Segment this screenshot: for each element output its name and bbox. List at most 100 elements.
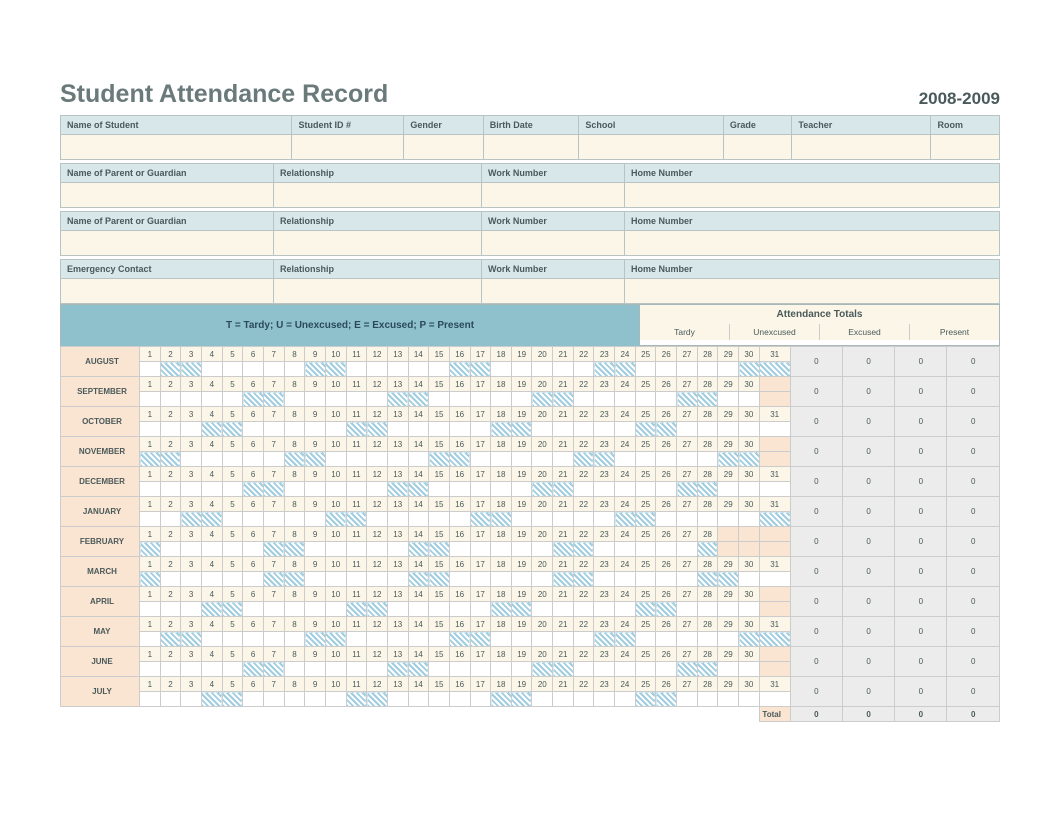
- attendance-cell[interactable]: [635, 482, 656, 497]
- attendance-cell[interactable]: [697, 692, 718, 707]
- attendance-cell[interactable]: [759, 572, 790, 587]
- attendance-cell[interactable]: [573, 572, 594, 587]
- attendance-cell[interactable]: [573, 392, 594, 407]
- attendance-cell[interactable]: [387, 392, 408, 407]
- attendance-cell[interactable]: [181, 632, 202, 647]
- attendance-cell[interactable]: [677, 422, 698, 437]
- attendance-cell[interactable]: [656, 392, 677, 407]
- attendance-cell[interactable]: [594, 362, 615, 377]
- attendance-cell[interactable]: [573, 602, 594, 617]
- attendance-cell[interactable]: [656, 662, 677, 677]
- attendance-cell[interactable]: [470, 422, 491, 437]
- attendance-cell[interactable]: [408, 692, 429, 707]
- attendance-cell[interactable]: [263, 392, 284, 407]
- val-gender[interactable]: [404, 135, 483, 160]
- attendance-cell[interactable]: [470, 602, 491, 617]
- attendance-cell[interactable]: [635, 662, 656, 677]
- attendance-cell[interactable]: [491, 512, 512, 527]
- attendance-cell[interactable]: [739, 482, 760, 497]
- attendance-cell[interactable]: [284, 512, 305, 527]
- attendance-cell[interactable]: [325, 572, 346, 587]
- attendance-cell[interactable]: [656, 482, 677, 497]
- attendance-cell[interactable]: [284, 422, 305, 437]
- val-guardian1-home[interactable]: [625, 183, 1000, 208]
- val-guardian2-work[interactable]: [482, 231, 625, 256]
- attendance-cell[interactable]: [325, 602, 346, 617]
- attendance-cell[interactable]: [553, 632, 574, 647]
- attendance-cell[interactable]: [367, 542, 388, 557]
- attendance-cell[interactable]: [181, 692, 202, 707]
- attendance-cell[interactable]: [553, 662, 574, 677]
- attendance-cell[interactable]: [553, 542, 574, 557]
- attendance-cell[interactable]: [470, 692, 491, 707]
- attendance-cell[interactable]: [656, 692, 677, 707]
- attendance-cell[interactable]: [367, 422, 388, 437]
- attendance-cell[interactable]: [718, 422, 739, 437]
- val-school[interactable]: [579, 135, 724, 160]
- attendance-cell[interactable]: [491, 692, 512, 707]
- attendance-cell[interactable]: [553, 512, 574, 527]
- attendance-cell[interactable]: [511, 692, 532, 707]
- attendance-cell[interactable]: [449, 632, 470, 647]
- attendance-cell[interactable]: [346, 392, 367, 407]
- attendance-cell[interactable]: [140, 692, 161, 707]
- attendance-cell[interactable]: [284, 452, 305, 467]
- attendance-cell[interactable]: [718, 392, 739, 407]
- attendance-cell[interactable]: [201, 632, 222, 647]
- attendance-cell[interactable]: [615, 692, 636, 707]
- attendance-cell[interactable]: [140, 632, 161, 647]
- attendance-cell[interactable]: [573, 422, 594, 437]
- attendance-cell[interactable]: [429, 542, 450, 557]
- attendance-cell[interactable]: [181, 422, 202, 437]
- attendance-cell[interactable]: [470, 452, 491, 467]
- attendance-cell[interactable]: [367, 482, 388, 497]
- attendance-cell[interactable]: [387, 422, 408, 437]
- val-guardian2-name[interactable]: [61, 231, 274, 256]
- attendance-cell[interactable]: [305, 422, 326, 437]
- attendance-cell[interactable]: [160, 542, 181, 557]
- attendance-cell[interactable]: [532, 512, 553, 527]
- attendance-cell[interactable]: [635, 452, 656, 467]
- attendance-cell[interactable]: [449, 602, 470, 617]
- attendance-cell[interactable]: [284, 602, 305, 617]
- attendance-cell[interactable]: [346, 692, 367, 707]
- attendance-cell[interactable]: [263, 512, 284, 527]
- attendance-cell[interactable]: [160, 512, 181, 527]
- attendance-cell[interactable]: [243, 632, 264, 647]
- attendance-cell[interactable]: [325, 422, 346, 437]
- attendance-cell[interactable]: [449, 572, 470, 587]
- attendance-cell[interactable]: [718, 632, 739, 647]
- attendance-cell[interactable]: [739, 572, 760, 587]
- attendance-cell[interactable]: [470, 392, 491, 407]
- attendance-cell[interactable]: [243, 512, 264, 527]
- attendance-cell[interactable]: [160, 572, 181, 587]
- attendance-cell[interactable]: [677, 692, 698, 707]
- attendance-cell[interactable]: [449, 512, 470, 527]
- attendance-cell[interactable]: [470, 572, 491, 587]
- attendance-cell[interactable]: [387, 602, 408, 617]
- attendance-cell[interactable]: [243, 392, 264, 407]
- attendance-cell[interactable]: [573, 542, 594, 557]
- attendance-cell[interactable]: [387, 362, 408, 377]
- attendance-cell[interactable]: [697, 452, 718, 467]
- attendance-cell[interactable]: [594, 602, 615, 617]
- attendance-cell[interactable]: [511, 392, 532, 407]
- attendance-cell[interactable]: [325, 392, 346, 407]
- val-room[interactable]: [931, 135, 1000, 160]
- attendance-cell[interactable]: [718, 482, 739, 497]
- attendance-cell[interactable]: [718, 362, 739, 377]
- attendance-cell[interactable]: [284, 632, 305, 647]
- attendance-cell[interactable]: [470, 632, 491, 647]
- attendance-cell[interactable]: [615, 482, 636, 497]
- attendance-cell[interactable]: [635, 422, 656, 437]
- attendance-cell[interactable]: [387, 452, 408, 467]
- attendance-cell[interactable]: [263, 422, 284, 437]
- attendance-cell[interactable]: [284, 362, 305, 377]
- attendance-cell[interactable]: [243, 692, 264, 707]
- attendance-cell[interactable]: [160, 662, 181, 677]
- attendance-cell[interactable]: [594, 692, 615, 707]
- attendance-cell[interactable]: [532, 632, 553, 647]
- attendance-cell[interactable]: [387, 512, 408, 527]
- attendance-cell[interactable]: [243, 362, 264, 377]
- attendance-cell[interactable]: [739, 632, 760, 647]
